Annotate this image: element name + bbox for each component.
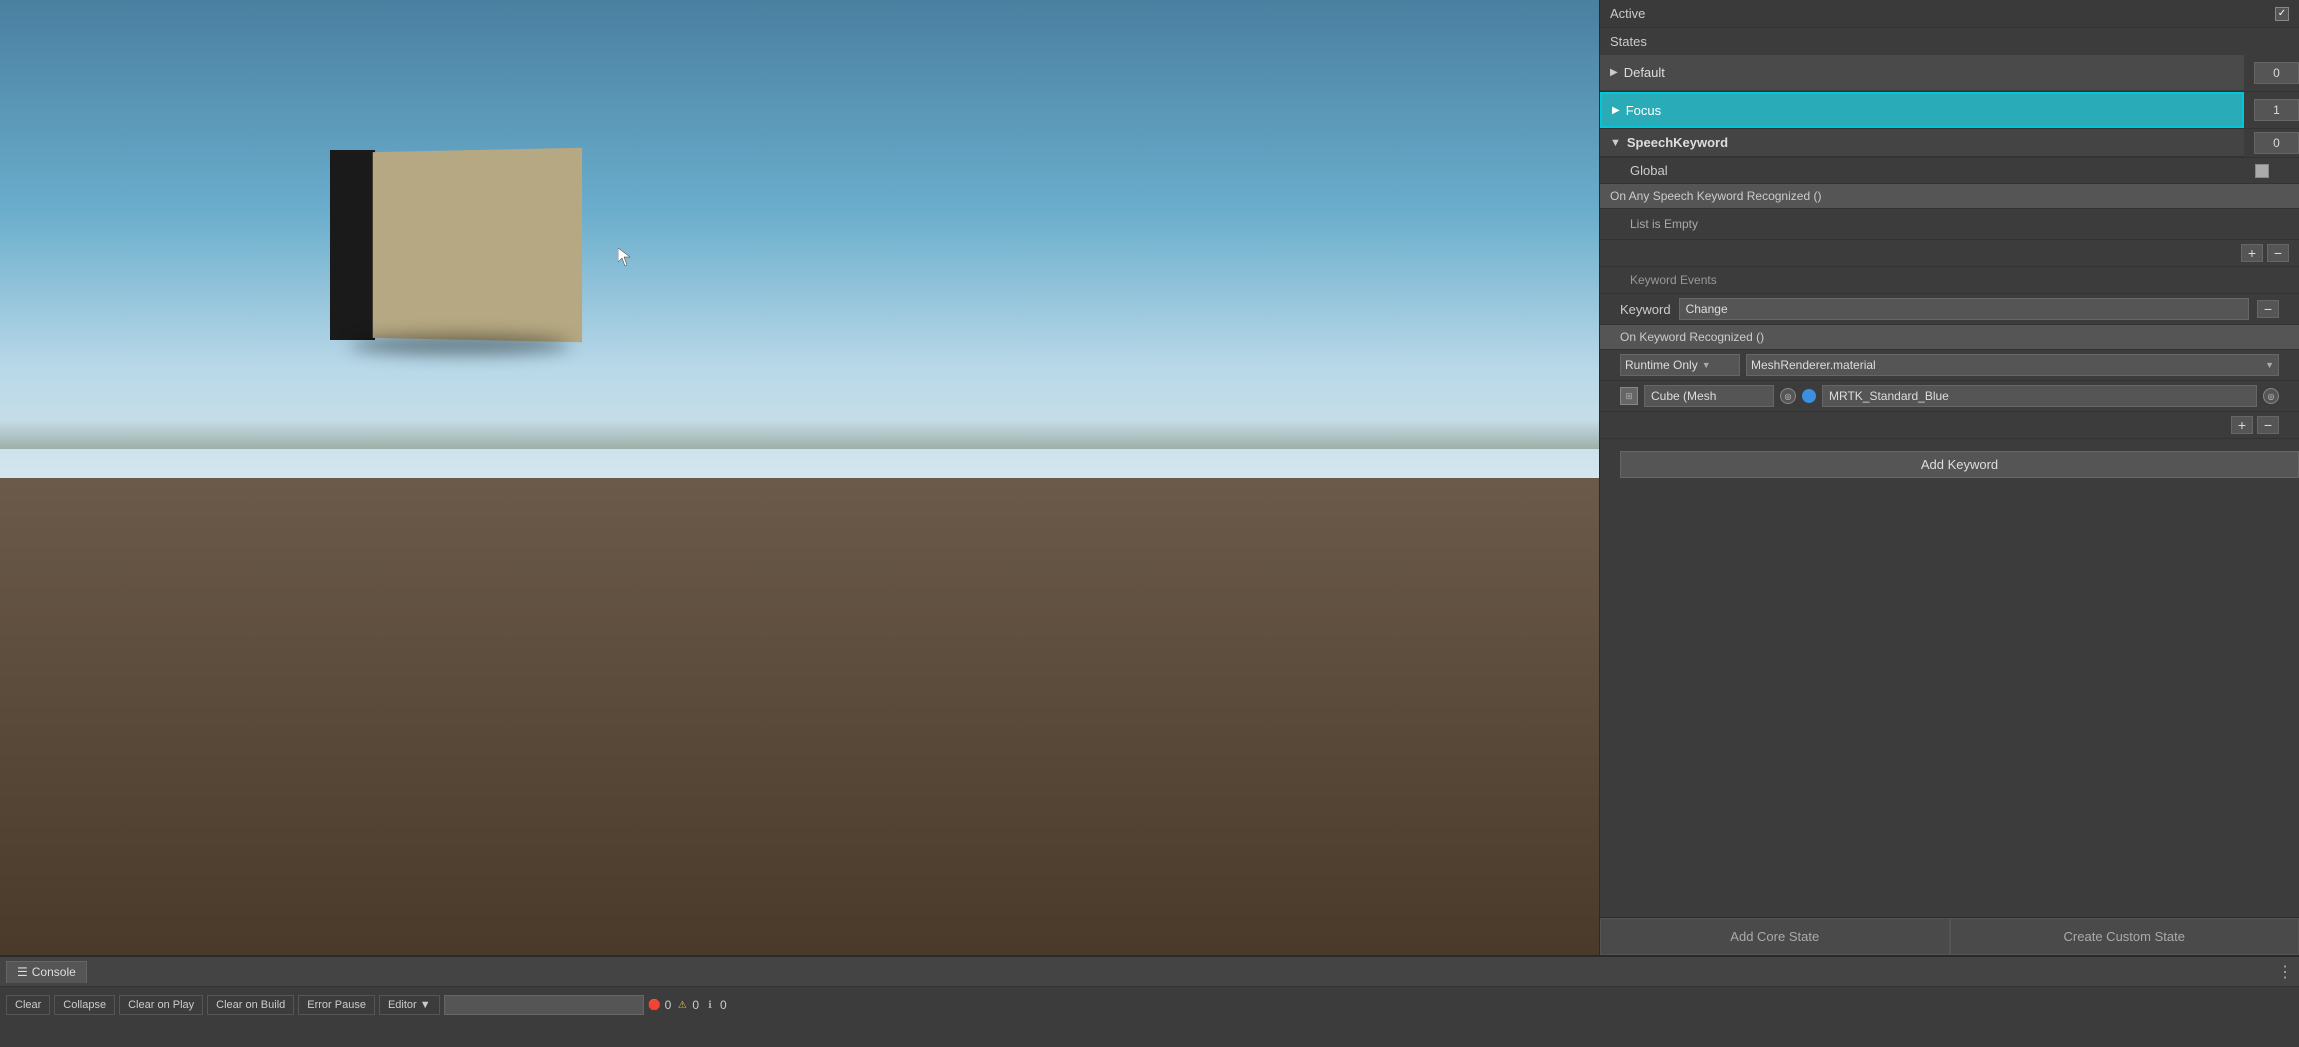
speech-keyword-value[interactable]: 0 bbox=[2254, 132, 2299, 154]
collapse-button[interactable]: Collapse bbox=[54, 995, 115, 1015]
keyword-events-label: Keyword Events bbox=[1600, 267, 2299, 294]
scene-ground bbox=[0, 478, 1599, 956]
speech-keyword-title: SpeechKeyword bbox=[1627, 135, 1728, 150]
console-header: ☰ Console ⋮ bbox=[0, 957, 2299, 987]
cube-side-face bbox=[330, 150, 375, 340]
active-label: Active bbox=[1610, 6, 1645, 21]
editor-button[interactable]: Editor ▼ bbox=[379, 995, 440, 1015]
cube-mesh-name[interactable]: Cube (Mesh bbox=[1644, 385, 1774, 407]
add-keyword-event-button[interactable]: + bbox=[2231, 416, 2253, 434]
focus-state-value[interactable]: 1 bbox=[2254, 99, 2299, 121]
cube-shadow bbox=[350, 335, 570, 355]
info-icon: ℹ bbox=[703, 998, 717, 1012]
warning-count-badge: ⚠ 0 bbox=[675, 998, 699, 1012]
scene-viewport[interactable] bbox=[0, 0, 1599, 955]
keyword-event-add-remove-row: + − bbox=[1600, 412, 2299, 439]
speech-keyword-triangle: ▼ bbox=[1610, 137, 1621, 149]
default-state-value[interactable]: 0 bbox=[2254, 62, 2299, 84]
default-state-label: Default bbox=[1624, 65, 1665, 80]
error-icon: 🛑 bbox=[648, 998, 662, 1012]
default-state-row[interactable]: ▶ Default bbox=[1600, 55, 2244, 91]
global-label: Global bbox=[1630, 163, 1668, 178]
error-pause-button[interactable]: Error Pause bbox=[298, 995, 375, 1015]
cube-front-face bbox=[373, 148, 582, 342]
error-count-badge: 🛑 0 bbox=[648, 998, 672, 1012]
warning-icon: ⚠ bbox=[675, 998, 689, 1012]
clear-on-play-button[interactable]: Clear on Play bbox=[119, 995, 203, 1015]
runtime-mesh-row: Runtime Only ▼ MeshRenderer.material ▼ bbox=[1600, 350, 2299, 381]
clear-button[interactable]: Clear bbox=[6, 995, 50, 1015]
console-search-input[interactable] bbox=[444, 995, 644, 1015]
on-keyword-recognized-bar: On Keyword Recognized () bbox=[1600, 325, 2299, 350]
mesh-renderer-dropdown[interactable]: MeshRenderer.material ▼ bbox=[1746, 354, 2279, 376]
on-any-speech-bar: On Any Speech Keyword Recognized () bbox=[1600, 184, 2299, 209]
console-toolbar: Clear Collapse Clear on Play Clear on Bu… bbox=[0, 987, 2299, 1023]
mesh-dropdown-arrow: ▼ bbox=[2265, 360, 2274, 370]
remove-keyword-event-button[interactable]: − bbox=[2257, 416, 2279, 434]
runtime-only-dropdown[interactable]: Runtime Only ▼ bbox=[1620, 354, 1740, 376]
scene-horizon bbox=[0, 420, 1599, 449]
keyword-remove-button[interactable]: − bbox=[2257, 300, 2279, 318]
active-row: Active ✓ bbox=[1600, 0, 2299, 28]
speech-keyword-section[interactable]: ▼ SpeechKeyword bbox=[1600, 129, 2244, 157]
default-state-triangle: ▶ bbox=[1610, 67, 1618, 78]
mesh-obj-icon: ⊞ bbox=[1620, 387, 1638, 405]
focus-state-triangle: ▶ bbox=[1612, 105, 1620, 116]
focus-state-label: Focus bbox=[1626, 103, 1661, 118]
focus-state-row[interactable]: ▶ Focus bbox=[1600, 92, 2244, 128]
console-bar: ☰ Console ⋮ Clear Collapse Clear on Play… bbox=[0, 955, 2299, 1047]
console-tab[interactable]: ☰ Console bbox=[6, 961, 87, 983]
scene-cube bbox=[330, 130, 580, 350]
inspector-panel: Active ✓ States ▶ Default 0 ▶ Focus 1 bbox=[1599, 0, 2299, 955]
cube-material-row: ⊞ Cube (Mesh ◎ MRTK_Standard_Blue ◎ bbox=[1600, 381, 2299, 412]
keyword-input[interactable] bbox=[1679, 298, 2249, 320]
list-empty-label: List is Empty bbox=[1600, 209, 2299, 240]
info-count-badge: ℹ 0 bbox=[703, 998, 727, 1012]
runtime-dropdown-arrow: ▼ bbox=[1702, 360, 1711, 370]
mouse-cursor bbox=[618, 248, 632, 268]
create-custom-state-button[interactable]: Create Custom State bbox=[1950, 918, 2299, 955]
remove-list-item-button[interactable]: − bbox=[2267, 244, 2289, 262]
console-menu-dots[interactable]: ⋮ bbox=[2277, 962, 2293, 982]
states-section-label: States bbox=[1600, 28, 2299, 55]
list-add-remove-row: + − bbox=[1600, 240, 2299, 267]
global-row: Global bbox=[1600, 158, 2299, 184]
clear-on-build-button[interactable]: Clear on Build bbox=[207, 995, 294, 1015]
bottom-buttons-row: Add Core State Create Custom State bbox=[1600, 917, 2299, 955]
keyword-input-row: Keyword − bbox=[1600, 294, 2299, 325]
global-checkbox[interactable] bbox=[2255, 164, 2269, 178]
add-core-state-button[interactable]: Add Core State bbox=[1600, 918, 1950, 955]
add-keyword-button[interactable]: Add Keyword bbox=[1620, 451, 2299, 478]
mrtk-target-circle[interactable]: ◎ bbox=[2263, 388, 2279, 404]
keyword-label: Keyword bbox=[1620, 302, 1671, 317]
add-list-item-button[interactable]: + bbox=[2241, 244, 2263, 262]
cube-target-circle[interactable]: ◎ bbox=[1780, 388, 1796, 404]
mrtk-blue-circle bbox=[1802, 389, 1816, 403]
mrtk-material-name[interactable]: MRTK_Standard_Blue bbox=[1822, 385, 2257, 407]
editor-dropdown-arrow: ▼ bbox=[420, 999, 431, 1011]
active-checkbox[interactable]: ✓ bbox=[2275, 7, 2289, 21]
